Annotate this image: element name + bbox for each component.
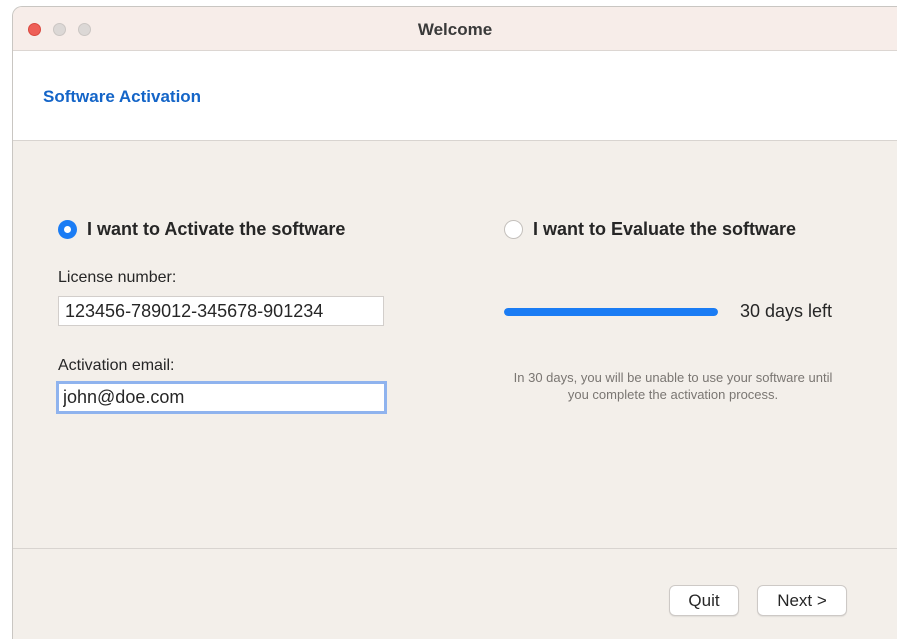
welcome-window: Welcome Software Activation I want to Ac… bbox=[12, 6, 897, 639]
days-left-text: 30 days left bbox=[740, 301, 833, 321]
footer-divider bbox=[13, 548, 897, 549]
activate-option-label: I want to Activate the software bbox=[87, 219, 346, 239]
title-bar: Welcome bbox=[13, 7, 897, 51]
radio-selected-dot bbox=[64, 226, 71, 233]
evaluation-note: In 30 days, you will be unable to use yo… bbox=[513, 370, 833, 402]
header-panel: Software Activation bbox=[13, 51, 897, 141]
activation-email-field[interactable] bbox=[56, 381, 387, 414]
activate-radio[interactable] bbox=[58, 220, 77, 239]
evaluate-radio[interactable] bbox=[504, 220, 523, 239]
evaluation-progress-fill bbox=[504, 308, 718, 316]
evaluate-option[interactable]: I want to Evaluate the software bbox=[504, 219, 796, 240]
evaluation-progress-bar bbox=[504, 308, 718, 316]
page-title: Software Activation bbox=[43, 87, 202, 106]
license-number-field[interactable] bbox=[58, 296, 384, 326]
next-button[interactable]: Next > bbox=[757, 585, 847, 616]
window-title: Welcome bbox=[417, 20, 493, 39]
license-number-label: License number: bbox=[58, 269, 177, 286]
activation-email-label: Activation email: bbox=[58, 357, 175, 374]
activate-option[interactable]: I want to Activate the software bbox=[58, 219, 345, 240]
evaluate-option-label: I want to Evaluate the software bbox=[533, 219, 797, 239]
quit-button[interactable]: Quit bbox=[669, 585, 739, 616]
